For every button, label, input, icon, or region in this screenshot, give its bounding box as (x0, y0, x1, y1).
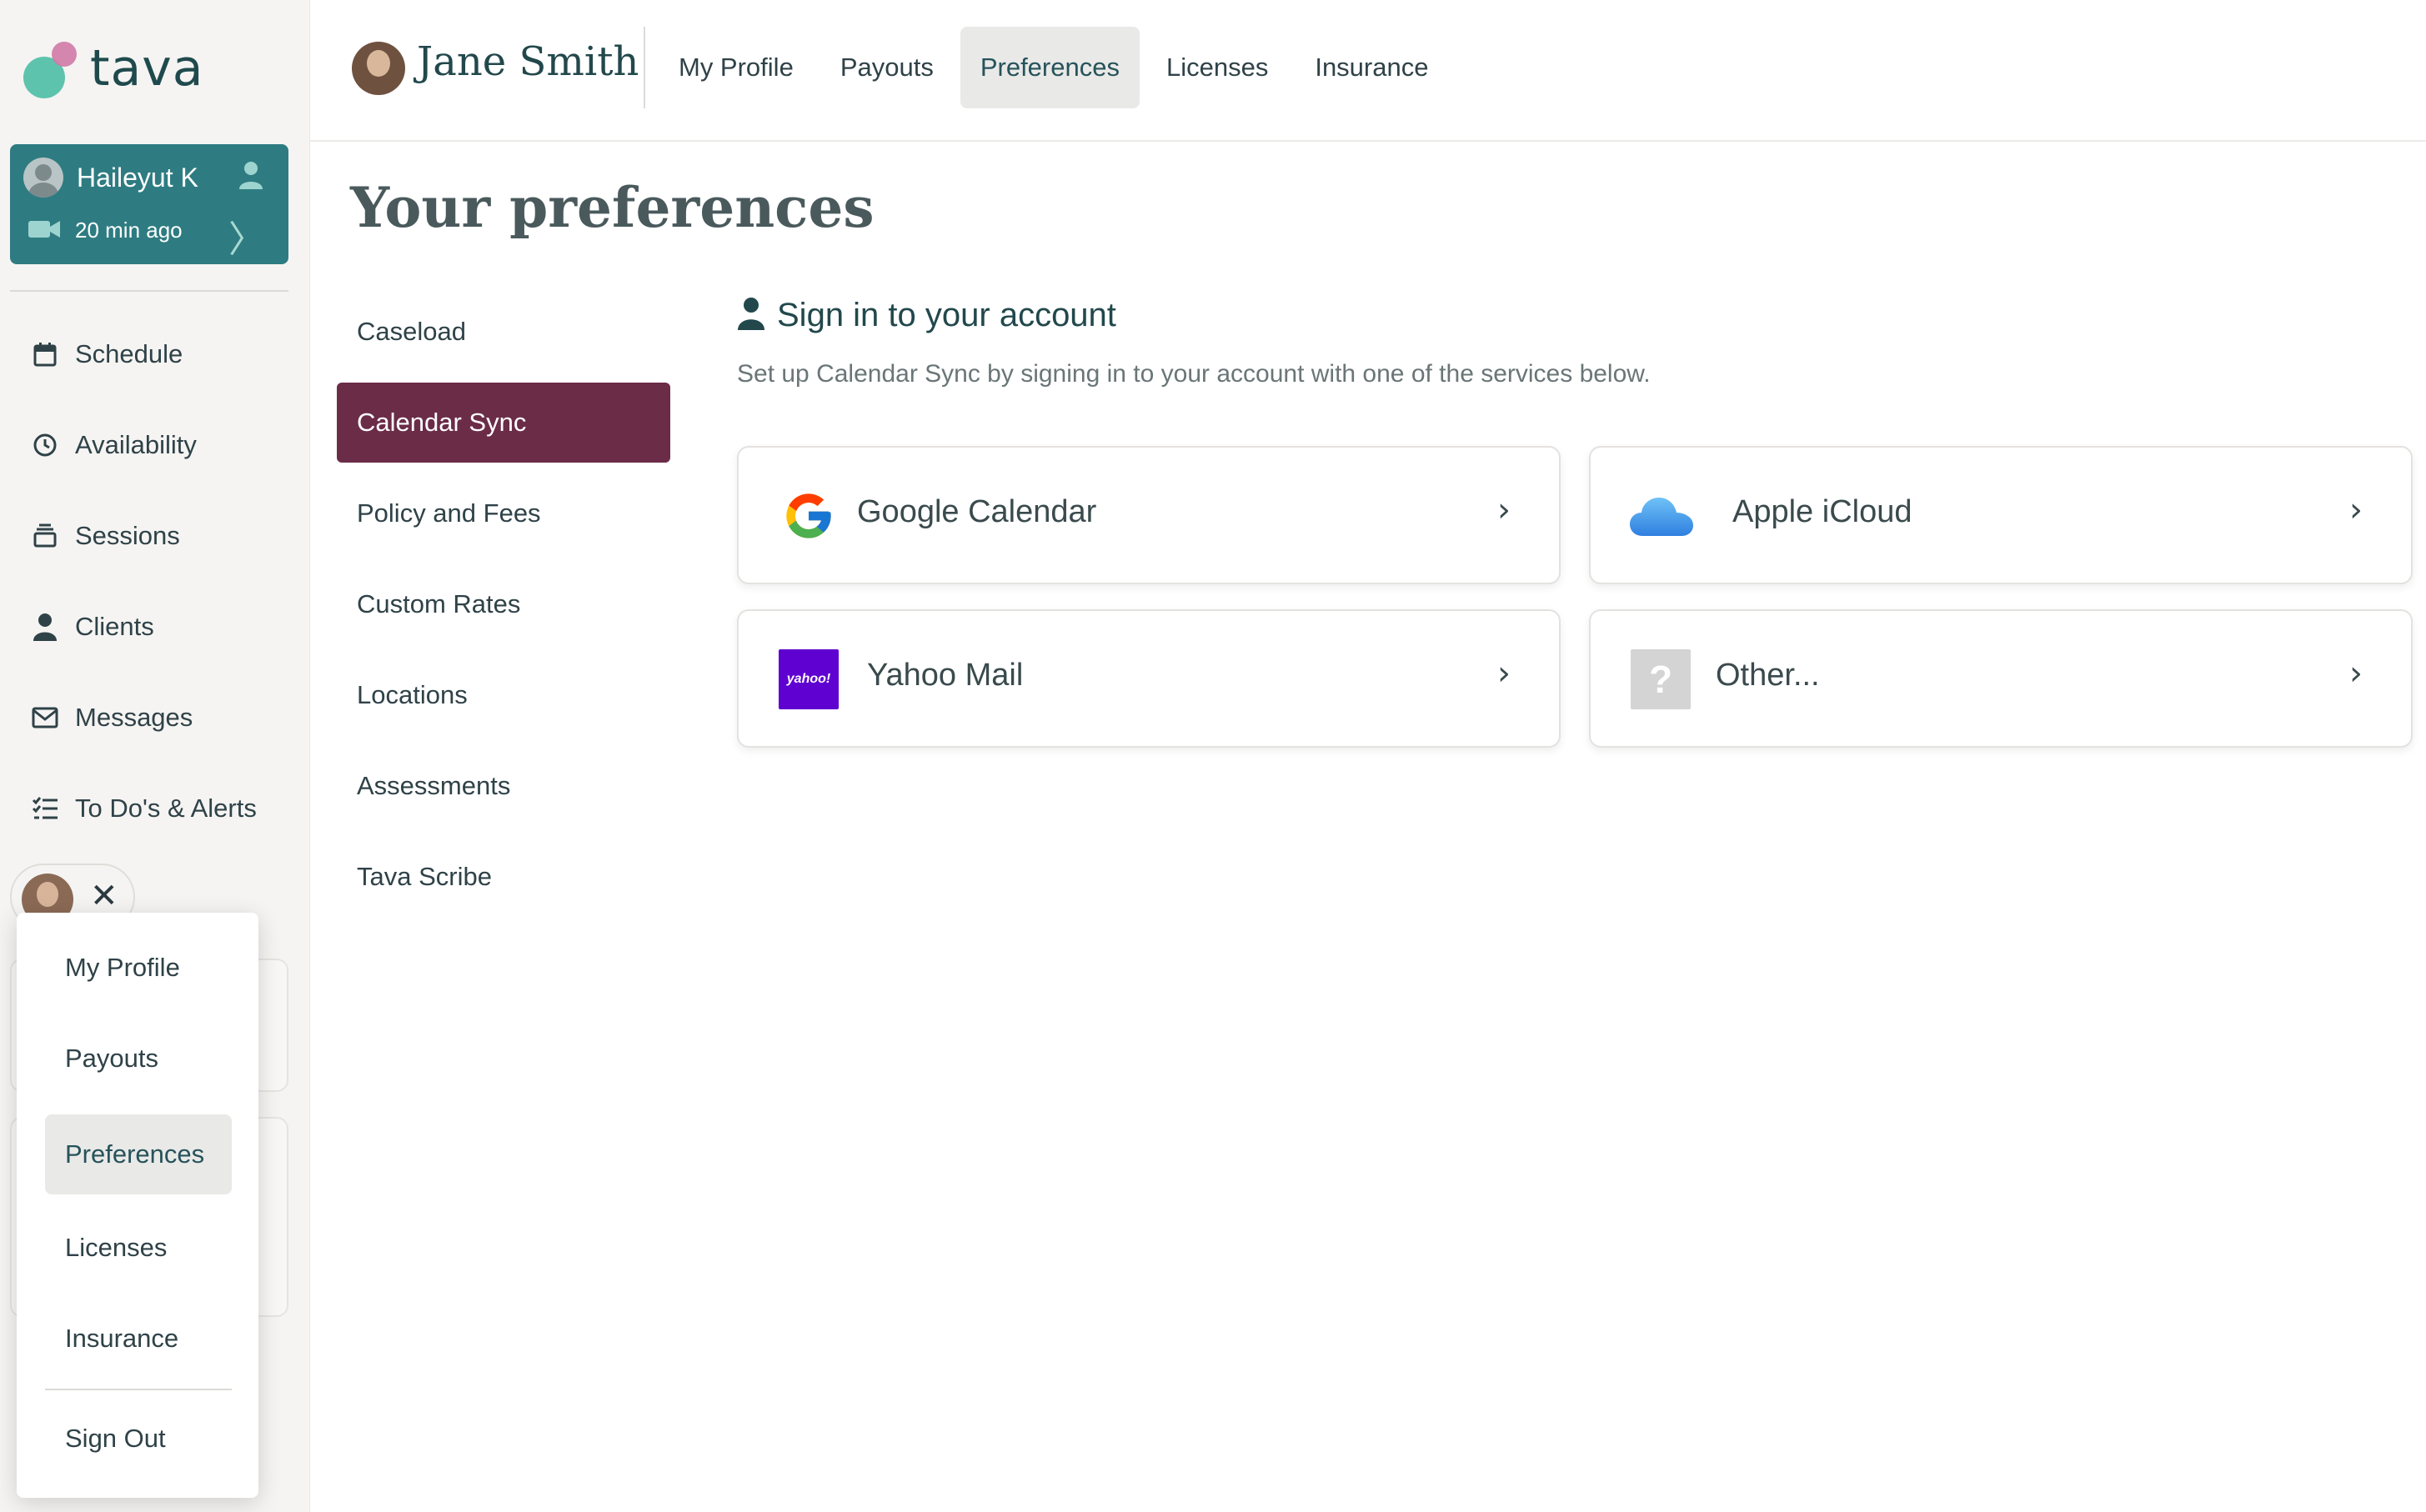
divider (10, 290, 288, 292)
pref-item-policy-and-fees[interactable]: Policy and Fees (337, 473, 670, 553)
profile-dropdown-menu: My Profile Payouts Preferences Licenses … (17, 913, 258, 1498)
icloud-icon (1624, 484, 1699, 548)
menu-item-licenses[interactable]: Licenses (45, 1208, 232, 1288)
chevron-right-icon: › (2349, 491, 2363, 529)
section-header: Sign in to your account (737, 297, 1116, 334)
pref-item-custom-rates[interactable]: Custom Rates (337, 564, 670, 644)
avatar (352, 42, 405, 95)
sidebar-item-label: Availability (75, 429, 197, 459)
sidebar-item-label: Sessions (75, 520, 180, 550)
tava-logo-mark-icon (23, 38, 82, 98)
pref-item-tava-scribe[interactable]: Tava Scribe (337, 837, 670, 917)
profile-tabs: My Profile Payouts Preferences Licenses … (659, 27, 1455, 108)
checklist-icon (30, 794, 60, 824)
sidebar-item-label: Schedule (75, 338, 183, 368)
chevron-right-icon: › (1497, 654, 1511, 693)
person-icon (30, 612, 60, 642)
pref-item-assessments[interactable]: Assessments (337, 746, 670, 826)
menu-item-payouts[interactable]: Payouts (45, 1019, 232, 1099)
chevron-right-icon: › (1497, 491, 1511, 529)
envelope-icon (30, 703, 60, 733)
sidebar-item-label: To Do's & Alerts (75, 793, 257, 823)
clock-icon (30, 430, 60, 460)
divider (45, 1389, 232, 1390)
sidebar-item-sessions[interactable]: Sessions (0, 490, 310, 581)
google-icon (777, 484, 840, 548)
stack-icon (30, 521, 60, 551)
person-icon (238, 161, 263, 196)
service-label: Google Calendar (857, 494, 1097, 529)
service-label: Other... (1716, 658, 1820, 693)
preferences-nav: Caseload Calendar Sync Policy and Fees C… (337, 292, 670, 928)
video-camera-icon (28, 219, 60, 239)
sidebar-item-clients[interactable]: Clients (0, 581, 310, 672)
tab-preferences[interactable]: Preferences (960, 27, 1140, 108)
sidebar-item-availability[interactable]: Availability (0, 399, 310, 490)
menu-item-sign-out[interactable]: Sign Out (45, 1399, 232, 1479)
menu-item-my-profile[interactable]: My Profile (45, 928, 232, 1008)
question-icon: ? (1629, 648, 1692, 711)
service-label: Apple iCloud (1732, 494, 1912, 529)
chevron-right-icon: › (2349, 654, 2363, 693)
person-icon (737, 297, 765, 334)
sidebar-item-todos[interactable]: To Do's & Alerts (0, 763, 310, 854)
apple-icloud-card[interactable]: Apple iCloud › (1589, 446, 2413, 584)
service-label: Yahoo Mail (867, 658, 1024, 693)
menu-item-preferences[interactable]: Preferences (45, 1114, 232, 1194)
session-client-name: Haileyut K (77, 163, 198, 193)
section-subtitle: Set up Calendar Sync by signing in to yo… (737, 360, 1651, 388)
sidebar-nav: Schedule Availability Sessions Clients M… (0, 308, 310, 854)
sidebar: tava Haileyut K 20 min ago 〉 Schedule Av… (0, 0, 310, 1512)
close-icon[interactable]: ✕ (90, 877, 118, 915)
tab-payouts[interactable]: Payouts (820, 27, 954, 108)
yahoo-mail-card[interactable]: yahoo! Yahoo Mail › (737, 609, 1561, 748)
section-title: Sign in to your account (777, 297, 1116, 333)
divider (644, 27, 645, 108)
yahoo-icon: yahoo! (777, 648, 840, 711)
sidebar-item-label: Clients (75, 611, 154, 641)
avatar (23, 158, 63, 198)
tab-licenses[interactable]: Licenses (1146, 27, 1288, 108)
tab-my-profile[interactable]: My Profile (659, 27, 814, 108)
user-name: Jane Smith (417, 38, 639, 85)
pref-item-caseload[interactable]: Caseload (337, 292, 670, 372)
top-bar: Jane Smith My Profile Payouts Preference… (310, 0, 2426, 142)
page-title: Your preferences (350, 175, 875, 240)
sidebar-item-label: Messages (75, 702, 193, 732)
pref-item-locations[interactable]: Locations (337, 655, 670, 735)
calendar-icon (30, 339, 60, 369)
tab-insurance[interactable]: Insurance (1295, 27, 1448, 108)
logo-text: tava (90, 39, 204, 98)
upcoming-session-card[interactable]: Haileyut K 20 min ago 〉 (10, 144, 288, 264)
sidebar-item-messages[interactable]: Messages (0, 672, 310, 763)
pref-item-calendar-sync[interactable]: Calendar Sync (337, 383, 670, 463)
chevron-right-icon[interactable]: 〉 (228, 209, 265, 263)
other-service-card[interactable]: ? Other... › (1589, 609, 2413, 748)
menu-item-insurance[interactable]: Insurance (45, 1299, 232, 1379)
sidebar-item-schedule[interactable]: Schedule (0, 308, 310, 399)
tava-logo[interactable]: tava (23, 38, 204, 98)
session-time: 20 min ago (75, 218, 183, 243)
google-calendar-card[interactable]: Google Calendar › (737, 446, 1561, 584)
